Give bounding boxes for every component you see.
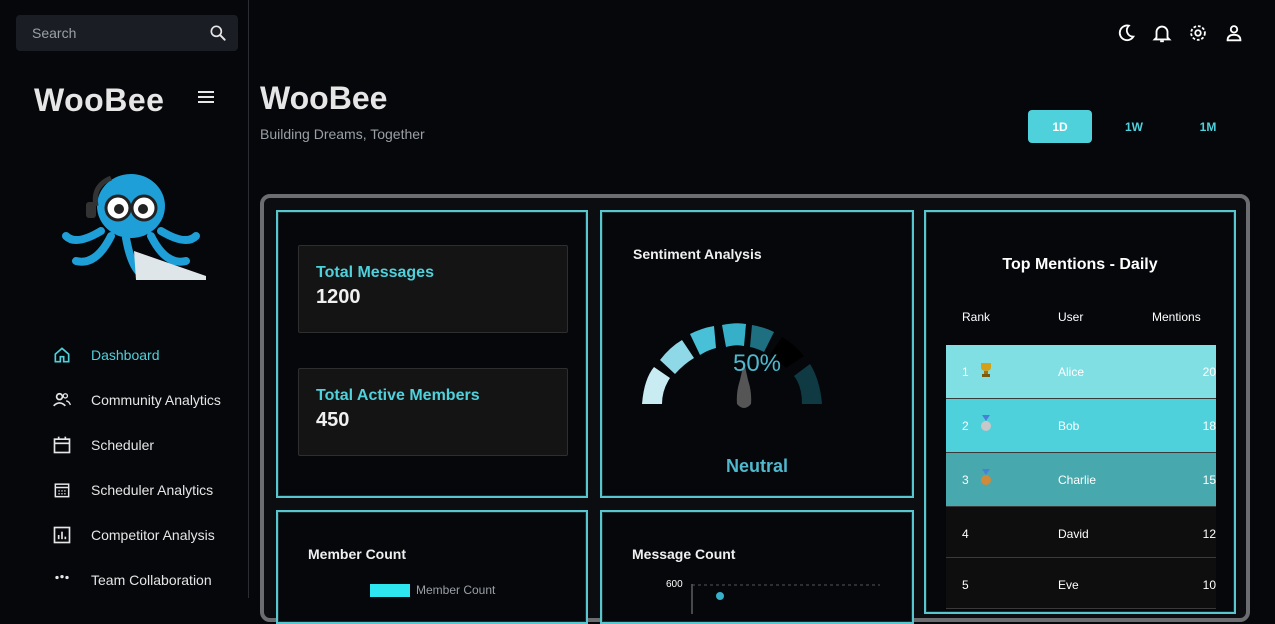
sidebar-item-community-analytics[interactable]: Community Analytics <box>0 377 248 422</box>
total-messages-stat: Total Messages 1200 <box>298 245 568 333</box>
message-count-chart <box>691 584 880 614</box>
stats-card: Total Messages 1200 Total Active Members… <box>276 210 588 498</box>
top-mentions-title: Top Mentions - Daily <box>1002 256 1158 273</box>
y-axis-tick-label: 600 <box>666 579 683 590</box>
table-row[interactable]: 4 David 12 <box>946 507 1216 558</box>
member-count-legend-swatch <box>370 584 410 597</box>
mentions-cell: 10 <box>1202 578 1216 592</box>
time-range-selector: 1D 1W 1M <box>1028 110 1250 143</box>
table-row[interactable]: 5 Eve 10 <box>946 558 1216 609</box>
sidebar: WooBee Dashboard <box>0 0 249 598</box>
mentions-cell: 18 <box>1202 419 1216 433</box>
member-count-legend-label: Member Count <box>416 583 496 597</box>
sidebar-nav: Dashboard Community Analytics Scheduler <box>0 332 248 602</box>
page-title: WooBee <box>260 80 388 116</box>
calendar-grid-icon <box>54 482 70 497</box>
range-1d-button[interactable]: 1D <box>1028 110 1092 143</box>
message-count-card: Message Count 600 <box>600 510 914 624</box>
silver-medal-icon <box>981 415 991 431</box>
sidebar-item-team-collaboration[interactable]: Team Collaboration <box>0 557 248 602</box>
search-icon[interactable] <box>208 23 228 43</box>
sentiment-label: Neutral <box>725 456 788 476</box>
table-row[interactable]: 1 Alice 20 <box>946 345 1216 399</box>
column-header-rank: Rank <box>962 310 991 324</box>
user-cell: Bob <box>1058 419 1080 433</box>
team-icon <box>55 574 69 579</box>
sidebar-item-scheduler-analytics[interactable]: Scheduler Analytics <box>0 467 248 512</box>
total-active-members-value: 450 <box>316 409 350 431</box>
range-1m-button[interactable]: 1M <box>1176 110 1240 143</box>
notifications-bell-icon[interactable] <box>1151 22 1173 44</box>
rank-cell: 1 <box>962 365 969 379</box>
user-cell: David <box>1058 527 1089 541</box>
total-messages-value: 1200 <box>316 286 361 308</box>
table-row[interactable]: 3 Charlie 15 <box>946 453 1216 507</box>
sidebar-item-label: Scheduler Analytics <box>91 481 214 498</box>
user-cell: Alice <box>1058 365 1085 379</box>
range-1w-button[interactable]: 1W <box>1102 110 1166 143</box>
octopus-mascot-logo <box>62 174 206 280</box>
column-header-mentions: Mentions <box>1152 310 1201 324</box>
mentions-cell: 12 <box>1202 527 1216 541</box>
sidebar-item-label: Competitor Analysis <box>91 526 215 543</box>
sidebar-item-label: Community Analytics <box>91 391 221 408</box>
calendar-icon <box>53 436 71 453</box>
message-count-title: Message Count <box>632 546 736 562</box>
mentions-cell: 20 <box>1202 365 1216 379</box>
bronze-medal-icon <box>981 469 991 485</box>
top-toolbar <box>1115 22 1245 44</box>
user-profile-icon[interactable] <box>1223 22 1245 44</box>
dark-mode-moon-icon[interactable] <box>1115 22 1137 44</box>
total-active-members-stat: Total Active Members 450 <box>298 368 568 456</box>
mentions-cell: 15 <box>1202 473 1216 487</box>
rank-cell: 4 <box>962 527 969 541</box>
total-messages-label: Total Messages <box>316 264 434 281</box>
people-icon <box>53 392 71 406</box>
rank-cell: 2 <box>962 419 969 433</box>
search-input[interactable] <box>16 24 204 42</box>
home-icon <box>54 346 70 362</box>
sidebar-item-label: Dashboard <box>91 346 160 363</box>
sentiment-card: Sentiment Analysis 50% Neutral <box>600 210 914 498</box>
menu-icon[interactable] <box>198 90 216 106</box>
sidebar-brand: WooBee <box>34 82 165 118</box>
table-row[interactable]: 2 Bob 18 <box>946 399 1216 453</box>
sidebar-item-scheduler[interactable]: Scheduler <box>0 422 248 467</box>
page-subtitle: Building Dreams, Together <box>260 126 425 142</box>
rank-cell: 3 <box>962 473 969 487</box>
member-count-title: Member Count <box>308 546 406 562</box>
member-count-card: Member Count Member Count <box>276 510 588 624</box>
user-cell: Eve <box>1058 578 1079 592</box>
total-active-members-label: Total Active Members <box>316 387 480 404</box>
top-mentions-card: Top Mentions - Daily Rank User Mentions … <box>924 210 1236 614</box>
trophy-icon <box>981 363 991 377</box>
user-cell: Charlie <box>1058 473 1097 487</box>
top-mentions-table: 1 Alice 20 2 Bob 18 3 Charlie 15 4 David… <box>946 345 1216 609</box>
search-box[interactable] <box>16 15 238 51</box>
sidebar-item-competitor-analysis[interactable]: Competitor Analysis <box>0 512 248 557</box>
dashboard-panel: Total Messages 1200 Total Active Members… <box>260 194 1250 624</box>
sidebar-item-dashboard[interactable]: Dashboard <box>0 332 248 377</box>
column-header-user: User <box>1058 310 1084 324</box>
settings-gear-icon[interactable] <box>1187 22 1209 44</box>
sentiment-title: Sentiment Analysis <box>633 246 762 262</box>
rank-cell: 5 <box>962 578 969 592</box>
bar-chart-icon <box>53 526 71 543</box>
sentiment-percent: 50% <box>732 350 782 377</box>
sidebar-item-label: Team Collaboration <box>91 571 212 588</box>
sidebar-item-label: Scheduler <box>91 436 155 453</box>
